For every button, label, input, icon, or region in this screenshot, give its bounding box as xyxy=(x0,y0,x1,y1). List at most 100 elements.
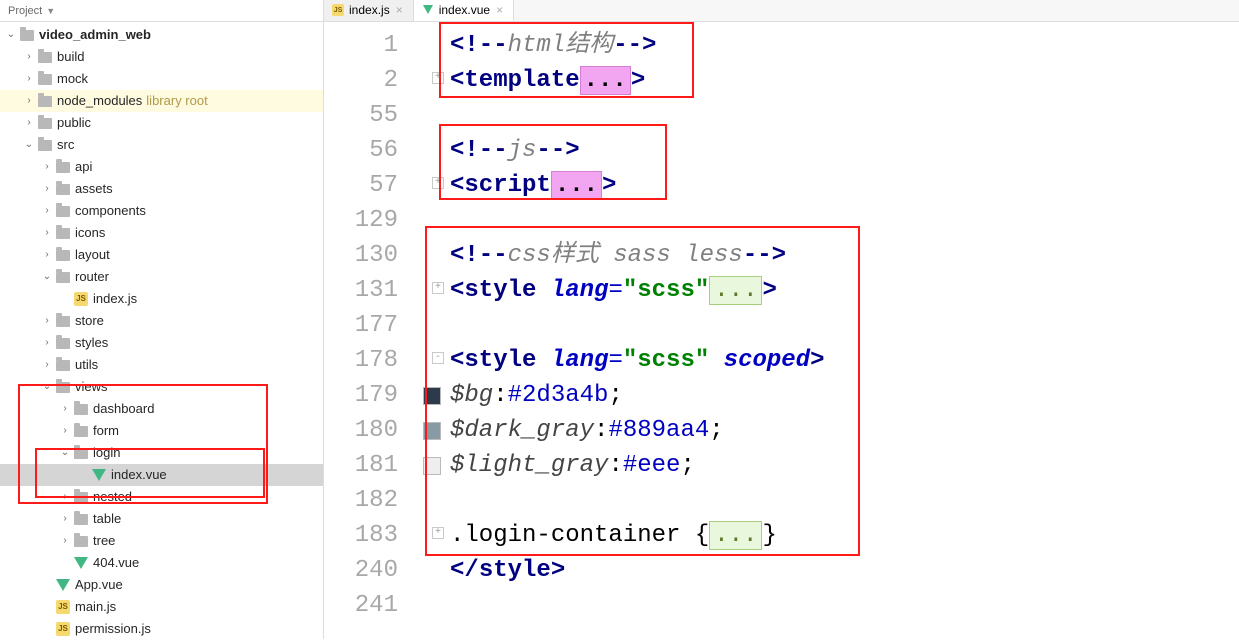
tree-folder[interactable]: ›build xyxy=(0,46,323,68)
chevron-right-icon[interactable]: › xyxy=(22,47,36,67)
chevron-right-icon[interactable]: › xyxy=(40,201,54,221)
tree-folder[interactable]: ⌄router xyxy=(0,266,323,288)
chevron-right-icon[interactable]: › xyxy=(58,531,72,551)
tree-folder[interactable]: › styles xyxy=(0,332,323,354)
fold-toggle-icon[interactable]: + xyxy=(432,282,444,294)
code-line[interactable]: <!--js--> xyxy=(448,133,1239,168)
tree-folder[interactable]: ›store xyxy=(0,310,323,332)
tree-file[interactable]: ·App.vue xyxy=(0,574,323,596)
tree-folder[interactable]: ›assets xyxy=(0,178,323,200)
tree-item-label: src xyxy=(57,135,74,155)
tree-item-label: styles xyxy=(75,333,108,353)
chevron-down-icon[interactable]: ⌄ xyxy=(22,135,36,155)
chevron-right-icon[interactable]: › xyxy=(40,311,54,331)
tree-folder[interactable]: ›form xyxy=(0,420,323,442)
tree-folder[interactable]: ›table xyxy=(0,508,323,530)
chevron-right-icon[interactable]: › xyxy=(22,69,36,89)
tree-folder[interactable]: ›layout xyxy=(0,244,323,266)
editor-tab[interactable]: index.vue× xyxy=(414,0,514,21)
fold-toggle-icon[interactable]: + xyxy=(432,177,444,189)
line-number: 240 xyxy=(324,553,416,588)
chevron-right-icon[interactable]: › xyxy=(40,179,54,199)
tree-file[interactable]: ·404.vue xyxy=(0,552,323,574)
project-root[interactable]: ⌄ video_admin_web xyxy=(0,24,323,46)
project-panel-header[interactable]: Project ▼ xyxy=(0,0,323,22)
project-tree[interactable]: ⌄ video_admin_web ›build›mock›node_modul… xyxy=(0,22,323,640)
tree-folder[interactable]: ⌄views xyxy=(0,376,323,398)
code-line[interactable]: <!--css样式 sass less--> xyxy=(448,238,1239,273)
tree-folder[interactable]: ›tree xyxy=(0,530,323,552)
tree-folder[interactable]: ›api xyxy=(0,156,323,178)
chevron-down-icon[interactable]: ▼ xyxy=(46,6,55,16)
tree-item-label: 404.vue xyxy=(93,553,139,573)
chevron-right-icon[interactable]: › xyxy=(40,223,54,243)
chevron-down-icon[interactable]: ⌄ xyxy=(40,377,54,397)
code-line[interactable]: <!--html结构--> xyxy=(448,28,1239,63)
chevron-right-icon[interactable]: › xyxy=(58,421,72,441)
line-number: 57 xyxy=(324,168,416,203)
folder-icon xyxy=(18,27,36,43)
code-area[interactable]: <!--html结构-->+<template...> <!--js-->+<sc… xyxy=(448,22,1239,639)
chevron-right-icon[interactable]: › xyxy=(58,509,72,529)
tree-folder[interactable]: ⌄ src xyxy=(0,134,323,156)
code-line[interactable]: -<style lang="scss" scoped> xyxy=(448,343,1239,378)
chevron-right-icon[interactable]: › xyxy=(40,355,54,375)
code-line[interactable]: +<style lang="scss"...> xyxy=(448,273,1239,308)
folder-icon xyxy=(72,423,90,439)
tree-folder[interactable]: ›utils xyxy=(0,354,323,376)
fold-toggle-icon[interactable]: - xyxy=(432,352,444,364)
chevron-down-icon[interactable]: ⌄ xyxy=(40,267,54,287)
tree-folder[interactable]: › components xyxy=(0,200,323,222)
tree-item-label: components xyxy=(75,201,146,221)
chevron-right-icon[interactable]: › xyxy=(22,113,36,133)
tree-folder[interactable]: › nested xyxy=(0,486,323,508)
chevron-right-icon[interactable]: › xyxy=(40,333,54,353)
code-line[interactable]: +.login-container {...} xyxy=(448,518,1239,553)
fold-toggle-icon[interactable]: + xyxy=(432,527,444,539)
code-line[interactable]: $bg:#2d3a4b; xyxy=(448,378,1239,413)
tree-file[interactable]: ·JSmain.js xyxy=(0,596,323,618)
tree-folder[interactable]: ›node_moduleslibrary root xyxy=(0,90,323,112)
code-line[interactable] xyxy=(448,308,1239,343)
tree-folder[interactable]: ›public xyxy=(0,112,323,134)
chevron-right-icon[interactable]: › xyxy=(40,245,54,265)
code-editor[interactable]: 1255565712913013117717817918018118218324… xyxy=(324,22,1239,639)
close-icon[interactable]: × xyxy=(396,3,403,17)
chevron-down-icon[interactable]: ⌄ xyxy=(4,25,18,45)
chevron-right-icon[interactable]: › xyxy=(58,487,72,507)
code-line[interactable]: +<script...> xyxy=(448,168,1239,203)
tree-folder[interactable]: ›mock xyxy=(0,68,323,90)
folder-icon xyxy=(54,247,72,263)
code-line[interactable] xyxy=(448,203,1239,238)
line-number: 129 xyxy=(324,203,416,238)
tree-file[interactable]: ·JSpermission.js xyxy=(0,618,323,640)
chevron-down-icon[interactable]: ⌄ xyxy=(58,443,72,463)
chevron-right-icon[interactable]: › xyxy=(40,157,54,177)
tree-item-label: nested xyxy=(93,487,132,507)
tree-folder[interactable]: ›dashboard xyxy=(0,398,323,420)
chevron-right-icon[interactable]: › xyxy=(22,91,36,111)
code-line[interactable] xyxy=(448,588,1239,623)
tree-folder[interactable]: › icons xyxy=(0,222,323,244)
code-line[interactable] xyxy=(448,483,1239,518)
code-line[interactable]: $dark_gray:#889aa4; xyxy=(448,413,1239,448)
code-line[interactable]: $light_gray:#eee; xyxy=(448,448,1239,483)
tree-item-label: icons xyxy=(75,223,105,243)
close-icon[interactable]: × xyxy=(496,3,503,17)
color-swatch xyxy=(416,28,448,63)
line-number: 180 xyxy=(324,413,416,448)
editor-tab[interactable]: JSindex.js× xyxy=(324,0,414,21)
tree-file[interactable]: ·index.vue xyxy=(0,464,323,486)
folder-icon xyxy=(72,533,90,549)
tree-file[interactable]: ·JSindex.js xyxy=(0,288,323,310)
fold-toggle-icon[interactable]: + xyxy=(432,72,444,84)
chevron-right-icon[interactable]: › xyxy=(58,399,72,419)
tree-folder[interactable]: ⌄login xyxy=(0,442,323,464)
code-line[interactable] xyxy=(448,98,1239,133)
line-number: 181 xyxy=(324,448,416,483)
line-number: 178 xyxy=(324,343,416,378)
code-line[interactable]: +<template...> xyxy=(448,63,1239,98)
code-line[interactable]: </style> xyxy=(448,553,1239,588)
color-swatch xyxy=(416,133,448,168)
folder-icon xyxy=(72,489,90,505)
